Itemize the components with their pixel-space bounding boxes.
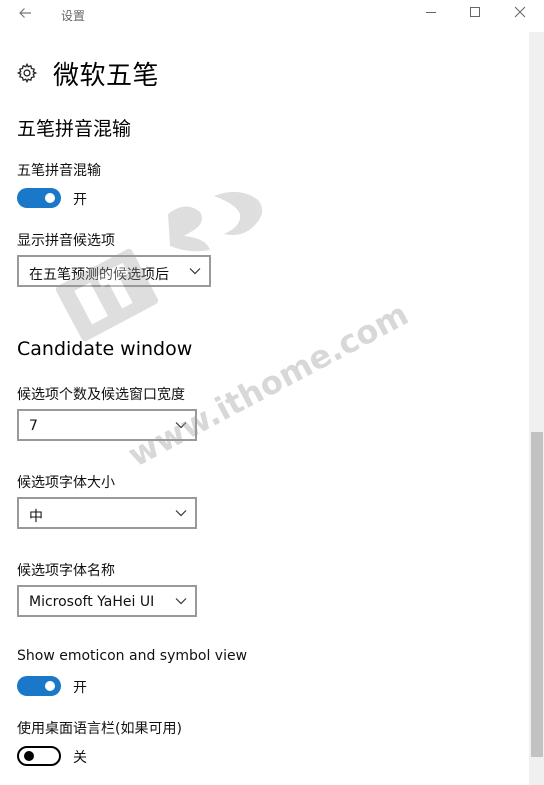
maximize-icon xyxy=(470,7,480,17)
mixed-input-label: 五笔拼音混输 xyxy=(17,163,101,179)
close-icon xyxy=(514,6,526,18)
section-title-candidate-window: Candidate window xyxy=(17,338,193,360)
mixed-input-toggle-state: 开 xyxy=(73,192,87,208)
page-header: 微软五笔 xyxy=(16,56,160,91)
font-size-dropdown[interactable]: 中 xyxy=(17,497,197,529)
close-button[interactable] xyxy=(505,4,535,28)
language-bar-label: 使用桌面语言栏(如果可用) xyxy=(17,721,182,737)
title-bar: 设置 xyxy=(0,0,544,32)
window-title: 设置 xyxy=(61,9,86,23)
font-size-value: 中 xyxy=(29,509,43,525)
maximize-button[interactable] xyxy=(460,4,490,28)
chevron-down-icon xyxy=(189,268,201,275)
minimize-icon xyxy=(426,12,436,13)
gear-icon xyxy=(16,62,38,84)
font-size-label: 候选项字体大小 xyxy=(17,475,115,491)
font-name-label: 候选项字体名称 xyxy=(17,563,115,579)
emoticon-toggle-state: 开 xyxy=(73,680,87,696)
back-button[interactable] xyxy=(10,5,40,27)
mixed-input-toggle[interactable] xyxy=(17,188,61,208)
chevron-down-icon xyxy=(175,510,187,517)
emoticon-toggle[interactable] xyxy=(17,676,61,696)
font-name-value: Microsoft YaHei UI xyxy=(29,594,155,610)
candidate-count-label: 候选项个数及候选窗口宽度 xyxy=(17,387,185,403)
language-bar-toggle-state: 关 xyxy=(73,750,87,766)
pinyin-candidates-value: 在五笔预测的候选项后 xyxy=(29,267,169,283)
candidate-count-dropdown[interactable]: 7 xyxy=(17,409,197,441)
emoticon-label: Show emoticon and symbol view xyxy=(17,648,248,664)
page-title: 微软五笔 xyxy=(53,60,160,91)
font-name-dropdown[interactable]: Microsoft YaHei UI xyxy=(17,585,197,617)
chevron-down-icon xyxy=(175,422,187,429)
candidate-count-value: 7 xyxy=(29,418,38,434)
pinyin-candidates-dropdown[interactable]: 在五笔预测的候选项后 xyxy=(17,255,211,287)
chevron-down-icon xyxy=(175,598,187,605)
back-arrow-icon xyxy=(19,8,31,18)
section-title-mixed-input: 五笔拼音混输 xyxy=(17,118,132,140)
scrollbar-thumb[interactable] xyxy=(531,432,543,757)
minimize-button[interactable] xyxy=(416,4,446,28)
pinyin-candidates-label: 显示拼音候选项 xyxy=(17,233,115,249)
language-bar-toggle[interactable] xyxy=(17,746,61,766)
